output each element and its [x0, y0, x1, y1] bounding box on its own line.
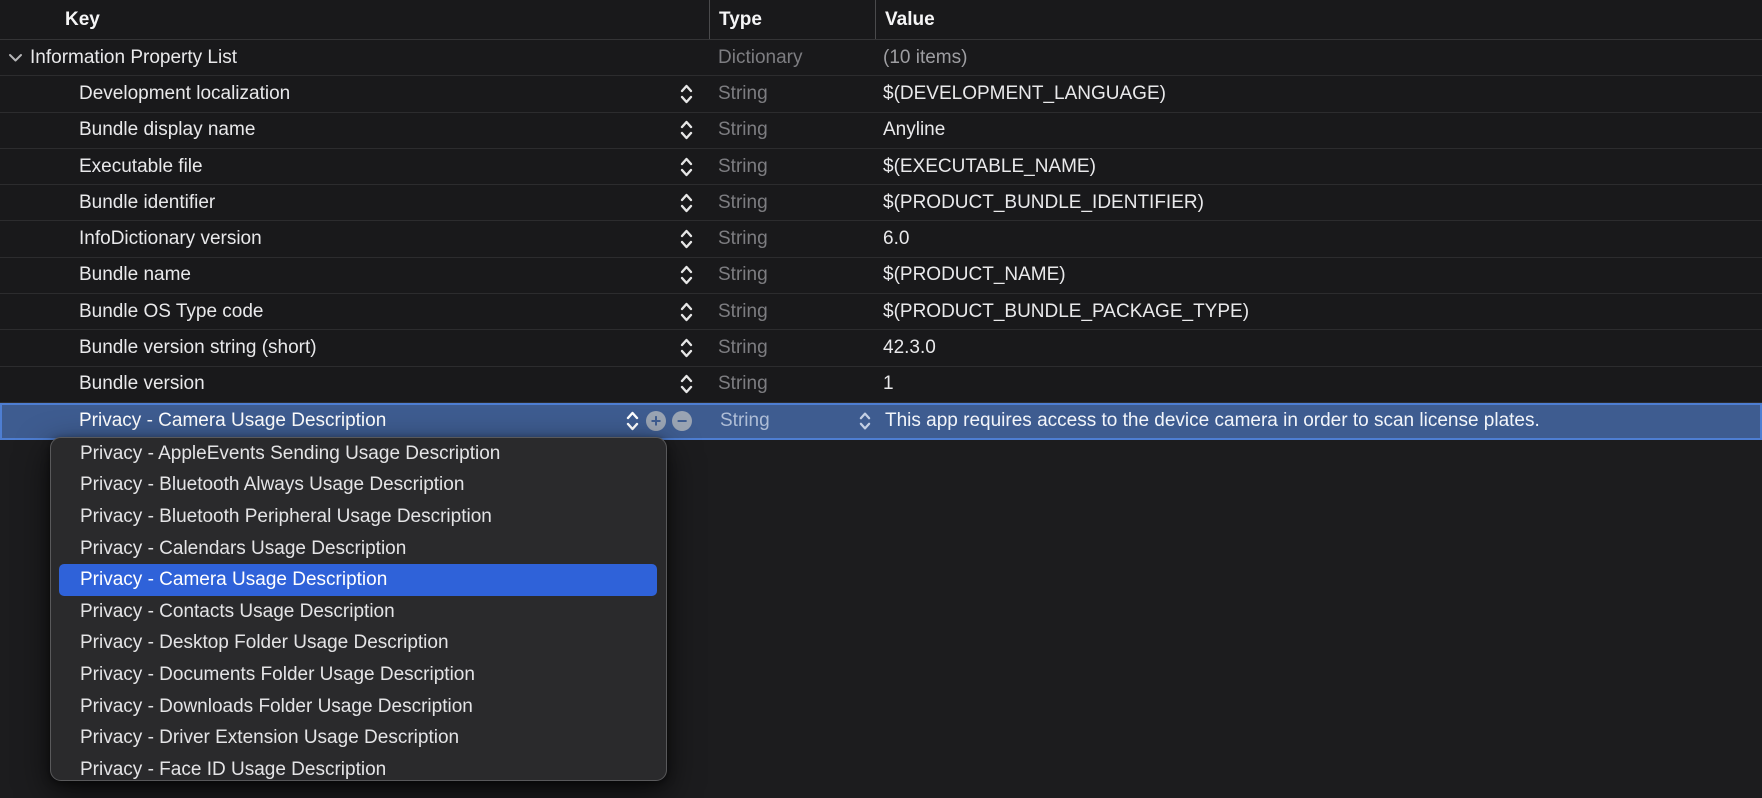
row-type-label: String [718, 156, 768, 178]
row-value-label: $(DEVELOPMENT_LANGUAGE) [883, 83, 1166, 105]
menu-item-label: Privacy - Bluetooth Peripheral Usage Des… [80, 506, 492, 528]
key-popup-stepper-icon[interactable] [679, 190, 694, 216]
row-type-label: String [718, 119, 768, 141]
selected-row-controls: + − [625, 408, 692, 434]
menu-item-label: Privacy - Bluetooth Always Usage Descrip… [80, 474, 464, 496]
key-popup-stepper-icon[interactable] [679, 299, 694, 325]
menu-item-label: Privacy - Downloads Folder Usage Descrip… [80, 696, 473, 718]
table-row[interactable]: Bundle name String $(PRODUCT_NAME) [0, 258, 1762, 294]
menu-item[interactable]: Privacy - AppleEvents Sending Usage Desc… [51, 438, 666, 470]
remove-row-button[interactable]: − [672, 411, 692, 431]
menu-item-label: Privacy - Desktop Folder Usage Descripti… [80, 632, 449, 654]
menu-item[interactable]: Privacy - Driver Extension Usage Descrip… [51, 722, 666, 754]
table-row[interactable]: Executable file String $(EXECUTABLE_NAME… [0, 149, 1762, 185]
key-popup-stepper-icon[interactable] [679, 117, 694, 143]
menu-item[interactable]: Privacy - Contacts Usage Description [51, 596, 666, 628]
selected-row-type-label: String [720, 410, 770, 432]
row-type-label: String [718, 192, 768, 214]
row-value-label: $(PRODUCT_BUNDLE_IDENTIFIER) [883, 192, 1204, 214]
table-row[interactable]: InfoDictionary version String 6.0 [0, 221, 1762, 257]
row-key-label: Bundle identifier [79, 192, 215, 214]
key-popup-stepper-icon[interactable] [625, 408, 640, 434]
plist-editor: Key Type Value Information Property List… [0, 0, 1762, 798]
header-key-label: Key [65, 9, 100, 31]
selected-row-key-label: Privacy - Camera Usage Description [79, 410, 386, 432]
menu-item-label: Privacy - Camera Usage Description [80, 569, 387, 591]
row-type-label: String [718, 228, 768, 250]
header-value: Value [875, 0, 1762, 39]
row-type-label: String [718, 83, 768, 105]
row-value-label: $(PRODUCT_NAME) [883, 264, 1066, 286]
menu-item[interactable]: Privacy - Documents Folder Usage Descrip… [51, 659, 666, 691]
table-row[interactable]: Bundle version String 1 [0, 367, 1762, 403]
row-type-label: String [718, 264, 768, 286]
key-popup-stepper-icon[interactable] [679, 81, 694, 107]
row-value-label: Anyline [883, 119, 945, 141]
table-row[interactable]: Bundle display name String Anyline [0, 113, 1762, 149]
root-row-type-label: Dictionary [718, 47, 802, 69]
row-type-label: String [718, 373, 768, 395]
row-type-label: String [718, 301, 768, 323]
menu-item-label: Privacy - Face ID Usage Description [80, 759, 386, 781]
row-value-label: $(EXECUTABLE_NAME) [883, 156, 1096, 178]
root-row-key-label: Information Property List [30, 47, 237, 69]
table-header: Key Type Value [0, 0, 1762, 40]
row-key-label: Bundle version [79, 373, 205, 395]
minus-icon: − [677, 412, 688, 430]
selected-row-value-label: This app requires access to the device c… [885, 410, 1540, 432]
row-key-label: Bundle name [79, 264, 191, 286]
menu-item-label: Privacy - Driver Extension Usage Descrip… [80, 727, 459, 749]
key-popup-stepper-icon[interactable] [679, 262, 694, 288]
disclosure-chevron-icon[interactable] [8, 53, 23, 62]
row-value-label: 1 [883, 373, 894, 395]
row-key-label: Bundle OS Type code [79, 301, 264, 323]
menu-item[interactable]: Privacy - Downloads Folder Usage Descrip… [51, 691, 666, 723]
row-key-label: Executable file [79, 156, 203, 178]
row-type-label: String [718, 337, 768, 359]
table-row[interactable]: Development localization String $(DEVELO… [0, 76, 1762, 112]
menu-item[interactable]: Privacy - Bluetooth Peripheral Usage Des… [51, 501, 666, 533]
type-popup-stepper-icon[interactable] [858, 409, 872, 433]
plus-icon: + [651, 412, 662, 430]
row-key-label: Bundle display name [79, 119, 255, 141]
menu-item-label: Privacy - Documents Folder Usage Descrip… [80, 664, 475, 686]
table-row[interactable]: Bundle identifier String $(PRODUCT_BUNDL… [0, 185, 1762, 221]
key-popup-stepper-icon[interactable] [679, 335, 694, 361]
key-popup-stepper-icon[interactable] [679, 226, 694, 252]
table-row[interactable]: Bundle version string (short) String 42.… [0, 330, 1762, 366]
menu-item-label: Privacy - Contacts Usage Description [80, 601, 395, 623]
table-row[interactable]: Bundle OS Type code String $(PRODUCT_BUN… [0, 294, 1762, 330]
key-popup-stepper-icon[interactable] [679, 371, 694, 397]
key-popup-stepper-icon[interactable] [679, 154, 694, 180]
row-value-label: 6.0 [883, 228, 909, 250]
table-rows: Development localization String $(DEVELO… [0, 76, 1762, 403]
menu-item[interactable]: Privacy - Camera Usage Description [59, 564, 657, 596]
row-key-label: Bundle version string (short) [79, 337, 317, 359]
menu-item[interactable]: Privacy - Desktop Folder Usage Descripti… [51, 628, 666, 660]
header-type: Type [709, 0, 875, 39]
menu-item[interactable]: Privacy - Face ID Usage Description [51, 754, 666, 781]
header-key: Key [0, 0, 709, 39]
selected-row[interactable]: Privacy - Camera Usage Description + − S… [0, 403, 1762, 440]
root-row[interactable]: Information Property List Dictionary (10… [0, 40, 1762, 76]
menu-item-label: Privacy - Calendars Usage Description [80, 538, 406, 560]
row-value-label: 42.3.0 [883, 337, 936, 359]
row-key-label: InfoDictionary version [79, 228, 262, 250]
row-value-label: $(PRODUCT_BUNDLE_PACKAGE_TYPE) [883, 301, 1249, 323]
root-row-value-label: (10 items) [883, 47, 967, 69]
header-value-label: Value [885, 9, 935, 31]
menu-item[interactable]: Privacy - Bluetooth Always Usage Descrip… [51, 470, 666, 502]
menu-item[interactable]: Privacy - Calendars Usage Description [51, 533, 666, 565]
menu-item-label: Privacy - AppleEvents Sending Usage Desc… [80, 443, 500, 465]
key-dropdown-menu: Privacy - AppleEvents Sending Usage Desc… [50, 437, 667, 781]
add-row-button[interactable]: + [646, 411, 666, 431]
row-key-label: Development localization [79, 83, 290, 105]
header-type-label: Type [719, 9, 762, 31]
